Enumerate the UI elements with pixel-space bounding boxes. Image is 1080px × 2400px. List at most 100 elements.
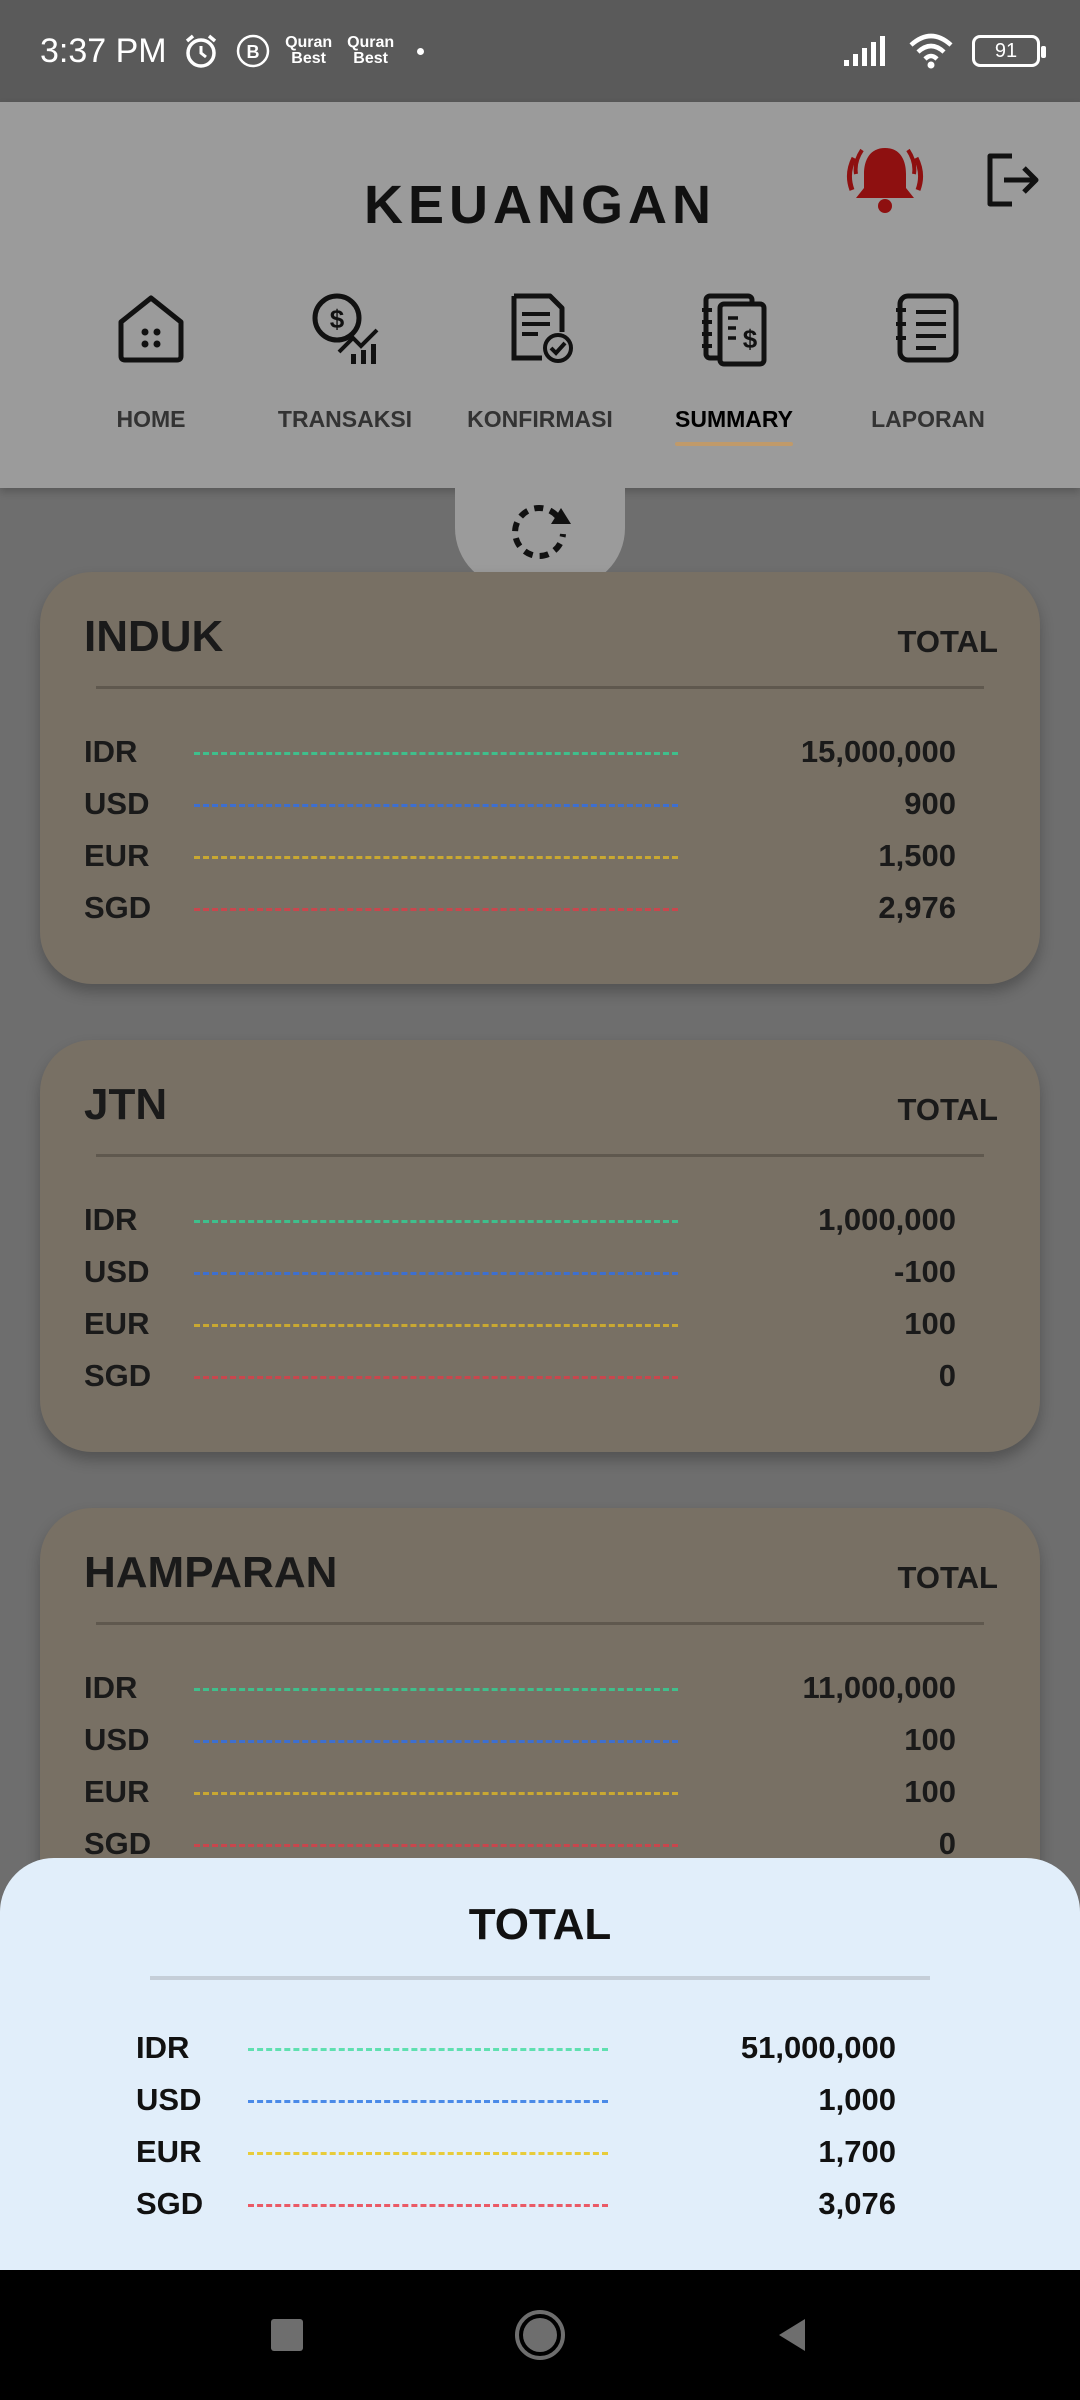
dash-line	[194, 752, 678, 755]
divider	[96, 1154, 984, 1157]
currency-value: 3,076	[818, 2186, 896, 2221]
currency-value: 51,000,000	[740, 2030, 896, 2065]
currency-code: EUR	[136, 2134, 202, 2169]
triangle-back-icon	[779, 2319, 805, 2351]
dash-line	[248, 2100, 608, 2103]
currency-code: SGD	[84, 890, 152, 925]
currency-value: 1,700	[818, 2134, 896, 2169]
currency-value: 15,000,000	[800, 734, 956, 769]
nav-transaksi[interactable]: $ TRANSAKSI	[250, 282, 440, 452]
signal-icon	[844, 36, 885, 66]
battery-icon: 91	[972, 35, 1046, 67]
nav-label-home: HOME	[116, 406, 186, 432]
app-header: KEUANGAN HOME $ TRANSAKSI KONFIRMASI $ S…	[0, 102, 1080, 488]
dash-line	[194, 908, 678, 911]
account-name: INDUK	[84, 612, 224, 661]
total-title: TOTAL	[468, 1900, 612, 1949]
dash-line	[194, 1688, 678, 1691]
currency-row-usd: USD 100	[84, 1714, 1000, 1766]
account-card-jtn: JTN TOTAL IDR 1,000,000 USD -100 EUR 100…	[40, 1040, 1040, 1452]
svg-text:$: $	[330, 304, 345, 334]
account-card-induk: INDUK TOTAL IDR 15,000,000 USD 900 EUR 1…	[40, 572, 1040, 984]
total-label: TOTAL	[897, 624, 998, 659]
divider	[96, 1622, 984, 1625]
money-chart-icon: $	[312, 293, 379, 364]
more-notifications-dot	[416, 47, 424, 55]
currency-row-usd: USD 900	[84, 778, 1000, 830]
currency-code: EUR	[84, 1306, 150, 1341]
currency-code: USD	[84, 786, 150, 821]
back-button[interactable]	[758, 2300, 828, 2370]
currency-value: 900	[904, 786, 956, 821]
currency-value: -100	[893, 1254, 956, 1289]
notification-bell-icon[interactable]	[840, 140, 930, 220]
dash-line	[194, 1324, 678, 1327]
nav-active-indicator	[675, 442, 793, 446]
svg-text:$: $	[743, 324, 758, 354]
quran-best-notif-2: Quran Best	[347, 34, 395, 67]
system-nav-bar	[0, 2270, 1080, 2400]
nav-label-konfirmasi: KONFIRMASI	[467, 406, 613, 432]
currency-value: 1,500	[878, 838, 956, 873]
circle-home-icon	[515, 2310, 565, 2360]
b-app-icon: B	[236, 34, 269, 68]
currency-value: 0	[938, 1826, 956, 1861]
home-button[interactable]	[505, 2300, 575, 2370]
dash-line	[194, 1376, 678, 1379]
nav-konfirmasi[interactable]: KONFIRMASI	[445, 282, 635, 452]
dash-line	[248, 2048, 608, 2051]
currency-code: USD	[84, 1722, 150, 1757]
logout-icon[interactable]	[982, 150, 1042, 210]
recents-button[interactable]	[252, 2300, 322, 2370]
alarm-icon	[185, 34, 216, 68]
square-icon	[271, 2319, 303, 2351]
currency-row-eur: EUR 100	[84, 1766, 1000, 1818]
nav-laporan[interactable]: LAPORAN	[833, 282, 1023, 452]
currency-value: 11,000,000	[802, 1670, 956, 1705]
total-row-usd: USD 1,000	[136, 2074, 896, 2126]
total-row-sgd: SGD 3,076	[136, 2178, 896, 2230]
notebook-dollar-icon: $	[702, 293, 767, 367]
dash-line	[248, 2152, 608, 2155]
nav-label-transaksi: TRANSAKSI	[277, 406, 413, 432]
currency-row-sgd: SGD 2,976	[84, 882, 1000, 934]
currency-row-eur: EUR 1,500	[84, 830, 1000, 882]
account-name: JTN	[84, 1080, 168, 1129]
dash-line	[194, 1792, 678, 1795]
total-row-idr: IDR 51,000,000	[136, 2022, 896, 2074]
dash-line	[248, 2204, 608, 2207]
refresh-icon	[512, 504, 571, 559]
dash-line	[194, 804, 678, 807]
divider	[150, 1976, 930, 1980]
dash-line	[194, 856, 678, 859]
currency-value: 1,000	[818, 2082, 896, 2117]
currency-code: IDR	[136, 2030, 190, 2065]
currency-code: IDR	[84, 1670, 138, 1705]
currency-row-sgd: SGD 0	[84, 1350, 1000, 1402]
currency-value: 100	[904, 1722, 956, 1757]
main-nav: HOME $ TRANSAKSI KONFIRMASI $ SUMMARY LA…	[0, 282, 1080, 452]
currency-value: 2,976	[878, 890, 956, 925]
currency-row-usd: USD -100	[84, 1246, 1000, 1298]
currency-code: USD	[136, 2082, 202, 2117]
refresh-button[interactable]	[455, 470, 625, 588]
currency-code: SGD	[84, 1826, 152, 1861]
currency-value: 100	[904, 1306, 956, 1341]
dash-line	[194, 1220, 678, 1223]
currency-row-eur: EUR 100	[84, 1298, 1000, 1350]
nav-label-laporan: LAPORAN	[871, 406, 985, 432]
quran-best-notif-1: Quran Best	[285, 34, 333, 67]
nav-summary[interactable]: $ SUMMARY	[639, 282, 829, 452]
account-name: HAMPARAN	[84, 1548, 338, 1597]
nav-home[interactable]: HOME	[56, 282, 246, 452]
currency-code: SGD	[84, 1358, 152, 1393]
wifi-icon	[909, 33, 953, 69]
currency-row-idr: IDR 1,000,000	[84, 1194, 1000, 1246]
dash-line	[194, 1844, 678, 1847]
total-label: TOTAL	[897, 1092, 998, 1127]
currency-code: EUR	[84, 838, 150, 873]
document-check-icon	[511, 293, 573, 363]
currency-row-idr: IDR 15,000,000	[84, 726, 1000, 778]
dash-line	[194, 1272, 678, 1275]
total-row-eur: EUR 1,700	[136, 2126, 896, 2178]
